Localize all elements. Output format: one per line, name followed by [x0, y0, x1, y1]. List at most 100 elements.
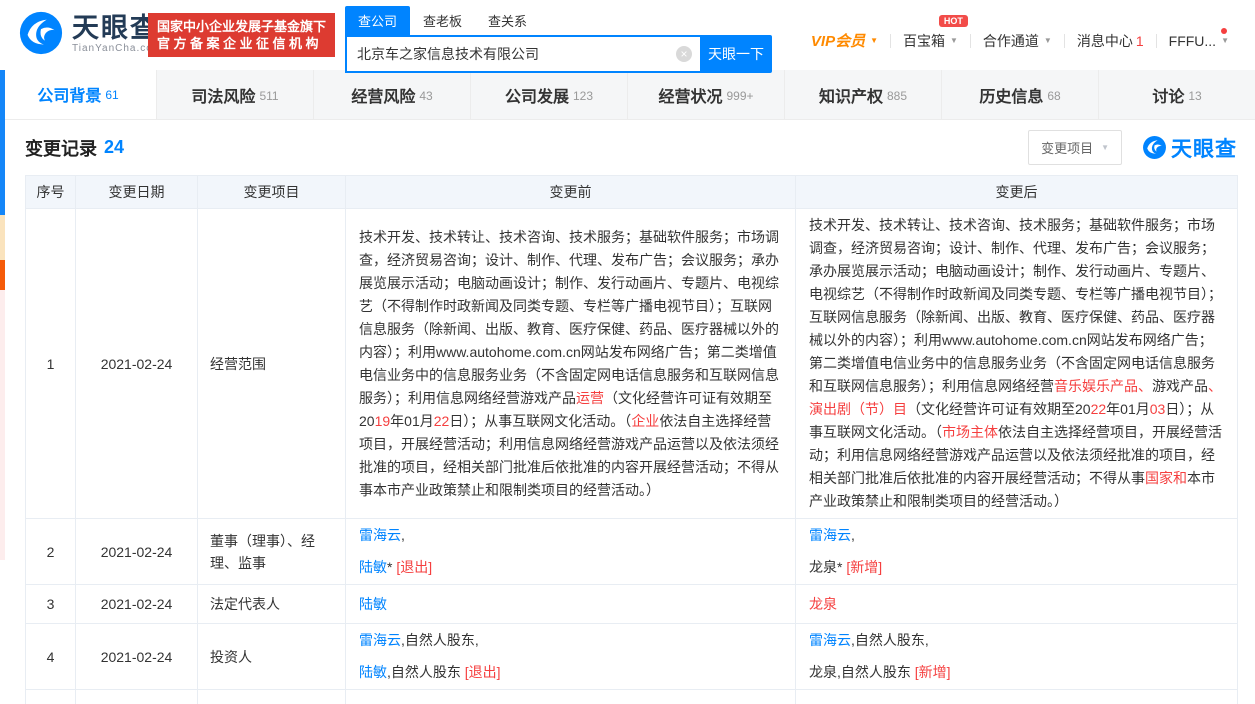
row-no: 4: [26, 624, 76, 690]
nav-toolbox[interactable]: 百宝箱 HOT ▼: [891, 31, 970, 51]
empty-cell: [198, 690, 346, 704]
tab-讨论[interactable]: 讨论13: [1098, 70, 1255, 119]
tab-count: 43: [419, 89, 432, 103]
side-widget-segment-2[interactable]: [0, 215, 5, 260]
cell-line: 技术开发、技术转让、技术咨询、技术服务；基础软件服务；市场调查，经济贸易咨询；设…: [809, 214, 1224, 513]
cell-line: 雷海云,: [359, 524, 782, 547]
clear-search-icon[interactable]: ×: [676, 46, 692, 62]
side-widget-segment-4[interactable]: [0, 290, 5, 560]
section-count: 24: [104, 137, 124, 158]
person-link[interactable]: 雷海云: [359, 632, 401, 648]
tab-经营状况[interactable]: 经营状况 999+: [627, 70, 784, 119]
page: 天眼查 TianYanCha.com 国家中小企业发展子基金旗下 官方备案企业征…: [0, 0, 1255, 704]
header-item: 变更项目: [198, 176, 346, 209]
tab-count: 13: [1188, 89, 1201, 103]
row-date: 2021-02-24: [76, 624, 198, 690]
nav-cooperation[interactable]: 合作通道 ▼: [971, 31, 1064, 51]
chevron-down-icon: ▼: [950, 36, 958, 45]
diff-text: [新增]: [846, 559, 882, 575]
cell-text: 日）；从事互联网文化活动。（: [449, 413, 631, 429]
row-item: 法定代表人: [198, 585, 346, 624]
row-no: 2: [26, 519, 76, 585]
search-tab-relation[interactable]: 查关系: [475, 6, 540, 35]
tab-知识产权[interactable]: 知识产权885: [784, 70, 941, 119]
diff-text: 03: [1150, 401, 1166, 417]
cell-text: ,: [851, 527, 855, 543]
diff-text: 市场主体: [942, 424, 998, 440]
row-date: 2021-02-24: [76, 519, 198, 585]
change-item-filter-dropdown[interactable]: 变更项目 ▼: [1028, 130, 1122, 165]
search-tabs: 查公司 查老板 查关系: [345, 8, 775, 35]
cell-line: 龙泉: [809, 593, 1224, 616]
cell-line: 雷海云,自然人股东,: [359, 629, 782, 652]
tab-count: 999+: [726, 89, 753, 103]
row-after: 龙泉: [796, 585, 1238, 624]
tab-历史信息[interactable]: 历史信息68: [941, 70, 1098, 119]
empty-cell: [26, 690, 76, 704]
table-row: 12021-02-24经营范围技术开发、技术转让、技术咨询、技术服务；基础软件服…: [26, 209, 1238, 519]
row-item: 董事（理事）、经理、监事: [198, 519, 346, 585]
cell-line: 龙泉,自然人股东 [新增]: [809, 661, 1224, 684]
diff-text: 国家和: [1145, 470, 1187, 486]
person-link[interactable]: 陆敏: [359, 596, 387, 612]
cell-line: 雷海云,: [809, 524, 1224, 547]
empty-cell: [346, 690, 796, 704]
cell-text: 龙泉,自然人股东: [809, 664, 915, 680]
gov-certification-badge: 国家中小企业发展子基金旗下 官方备案企业征信机构: [148, 13, 335, 57]
table-row: [26, 690, 1238, 704]
cell-text: ,: [401, 527, 405, 543]
search-input[interactable]: [345, 35, 700, 73]
diff-text: 音乐娱乐产品、: [1054, 378, 1152, 394]
row-after: 雷海云,自然人股东,龙泉,自然人股东 [新增]: [796, 624, 1238, 690]
search-tab-boss[interactable]: 查老板: [410, 6, 475, 35]
search-tab-company[interactable]: 查公司: [345, 6, 410, 35]
table-header-row: 序号 变更日期 变更项目 变更前 变更后: [26, 176, 1238, 209]
tianyancha-logo[interactable]: 天眼查 TianYanCha.com: [18, 10, 162, 56]
nav-message-center[interactable]: 消息中心 1: [1065, 31, 1156, 51]
tab-label: 知识产权: [819, 83, 883, 107]
diff-text: 22: [1091, 401, 1107, 417]
tab-司法风险[interactable]: 司法风险511: [156, 70, 313, 119]
nav-vip[interactable]: VIP会员 ▼: [799, 30, 890, 51]
tab-label: 公司发展: [505, 83, 569, 107]
tianyancha-logo-icon: [1142, 135, 1167, 160]
person-link[interactable]: 雷海云: [359, 527, 401, 543]
row-before: 技术开发、技术转让、技术咨询、技术服务；基础软件服务；市场调查，经济贸易咨询；设…: [346, 209, 796, 519]
chevron-down-icon: ▼: [1101, 143, 1109, 152]
person-link[interactable]: 陆敏: [359, 664, 387, 680]
diff-text: [新增]: [915, 664, 951, 680]
section-header: 变更记录 24 变更项目 ▼ 天眼查: [0, 120, 1255, 175]
side-widget-segment-1[interactable]: [0, 70, 5, 215]
tab-经营风险[interactable]: 经营风险43: [313, 70, 470, 119]
header-date: 变更日期: [76, 176, 198, 209]
person-link[interactable]: 雷海云: [809, 632, 851, 648]
cell-line: 技术开发、技术转让、技术咨询、技术服务；基础软件服务；市场调查，经济贸易咨询；设…: [359, 226, 782, 502]
row-item: 投资人: [198, 624, 346, 690]
cell-line: 陆敏,自然人股东 [退出]: [359, 661, 782, 684]
tab-公司发展[interactable]: 公司发展123: [470, 70, 627, 119]
row-date: 2021-02-24: [76, 585, 198, 624]
diff-text: 企业: [631, 413, 659, 429]
tab-公司背景[interactable]: 公司背景61: [0, 70, 156, 119]
diff-text: [退出]: [396, 559, 432, 575]
nav-user-account[interactable]: FFFU... ▼: [1157, 33, 1241, 49]
cell-line: 陆敏: [359, 593, 782, 616]
message-count: 1: [1136, 33, 1144, 49]
notification-dot: [1221, 28, 1227, 34]
cell-text: （文化经营许可证有效期至20: [907, 401, 1091, 417]
tab-label: 经营状况: [658, 83, 722, 107]
tianyancha-watermark: 天眼查: [1142, 133, 1237, 163]
chevron-down-icon: ▼: [1221, 36, 1229, 45]
header-after: 变更后: [796, 176, 1238, 209]
section-title: 变更记录: [25, 135, 97, 161]
person-link[interactable]: 雷海云: [809, 527, 851, 543]
person-link[interactable]: 陆敏: [359, 559, 387, 575]
side-widget-segment-3[interactable]: [0, 260, 5, 290]
tab-label: 公司背景: [37, 82, 101, 106]
diff-text: [退出]: [465, 664, 501, 680]
hot-badge: HOT: [939, 15, 968, 27]
watermark-text: 天眼查: [1171, 133, 1237, 163]
tab-label: 历史信息: [979, 83, 1043, 107]
cell-text: ,自然人股东: [387, 664, 465, 680]
search-button[interactable]: 天眼一下: [700, 35, 772, 73]
